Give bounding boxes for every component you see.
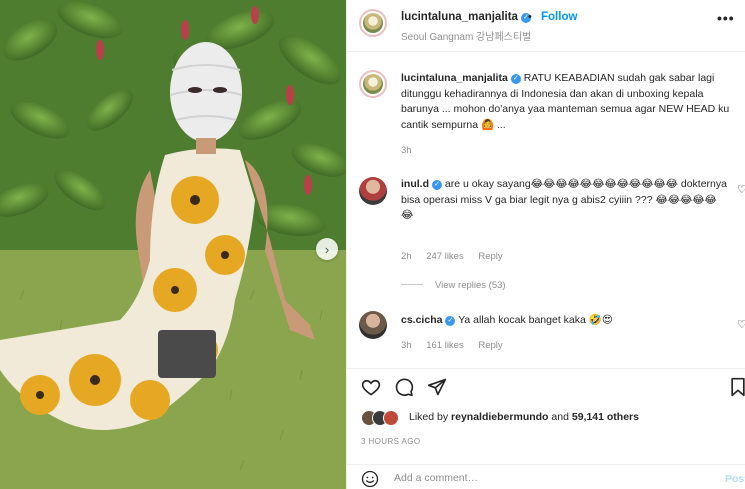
comment-username[interactable]: inul.d [401, 178, 429, 190]
comment-body: cs.cicha ✓ Ya allah kocak banget kaka 🤣😍 [401, 313, 731, 329]
likes-prefix: Liked by [409, 411, 449, 423]
comment-avatar[interactable] [359, 177, 387, 205]
post-header: lucintaluna_manjalita ✓ • Follow Seoul Ga… [347, 0, 745, 52]
comment-meta: 2h 247 likes Reply [401, 251, 515, 262]
comment-body: inul.d ✓ are u okay sayang😂😂😂😂😂😂😂😂😂😂😂😂 do… [401, 177, 731, 224]
post-photo[interactable]: › [0, 0, 346, 489]
replies-divider [401, 284, 423, 285]
author-username[interactable]: lucintaluna_manjalita ✓ [401, 11, 531, 23]
post-image [0, 0, 346, 489]
follow-button[interactable]: Follow [541, 11, 577, 23]
smiley-icon[interactable] [361, 470, 379, 488]
liked-by-username[interactable]: reynaldiebermundo [451, 411, 548, 423]
caption: lucintaluna_manjalita ✓ RATU KEABADIAN su… [401, 71, 731, 133]
likes-and: and [551, 411, 569, 423]
comment-likes[interactable]: 247 likes [426, 251, 464, 262]
author-avatar[interactable] [359, 9, 387, 37]
view-replies-label[interactable]: View replies (53) [435, 280, 506, 291]
liked-by-avatars[interactable] [361, 410, 407, 426]
comment-like-heart-icon[interactable]: ♡ [737, 318, 745, 331]
add-comment-bar: Post [347, 464, 745, 489]
reply-button[interactable]: Reply [478, 340, 502, 351]
author-username-text[interactable]: lucintaluna_manjalita [401, 11, 518, 23]
likes-count[interactable]: 59,141 others [572, 411, 639, 423]
post-actions: Liked by reynaldiebermundo and 59,141 ot… [347, 368, 745, 464]
separator-dot: • [528, 11, 532, 23]
bookmark-icon[interactable] [729, 377, 745, 397]
comment-text: Ya allah kocak banget kaka 🤣😍 [458, 314, 613, 326]
caption-time: 3h [401, 145, 412, 156]
comment-avatar[interactable] [359, 311, 387, 339]
verified-badge-icon: ✓ [445, 316, 456, 326]
caption-meta: 3h [401, 145, 424, 156]
post-sidebar: lucintaluna_manjalita ✓ • Follow Seoul Ga… [346, 0, 745, 489]
comment-likes[interactable]: 161 likes [426, 340, 464, 351]
likes-summary: Liked by reynaldiebermundo and 59,141 ot… [409, 411, 639, 423]
view-replies-button[interactable]: View replies (53) [401, 280, 506, 291]
heart-icon[interactable] [361, 377, 381, 397]
more-options-icon[interactable]: ••• [717, 10, 735, 26]
verified-badge-icon: ✓ [510, 74, 521, 84]
comment-meta: 3h 161 likes Reply [401, 340, 515, 351]
comment-icon[interactable] [394, 377, 414, 397]
verified-badge-icon: ✓ [432, 180, 442, 190]
comment-time: 3h [401, 340, 412, 351]
post-comment-button[interactable]: Post [725, 473, 745, 485]
comment-username[interactable]: cs.cicha [401, 314, 442, 326]
paper-plane-icon[interactable] [427, 377, 447, 397]
next-photo-button[interactable]: › [316, 238, 338, 260]
chevron-right-icon: › [324, 241, 330, 257]
comment-time: 2h [401, 251, 412, 262]
comment-input[interactable] [394, 472, 694, 484]
caption-avatar[interactable] [359, 70, 387, 98]
post-timestamp[interactable]: 3 HOURS AGO [361, 437, 421, 446]
reply-button[interactable]: Reply [478, 251, 502, 262]
caption-username[interactable]: lucintaluna_manjalita [401, 72, 508, 84]
post-location[interactable]: Seoul Gangnam 강남페스티벌 [401, 28, 531, 43]
comment-like-heart-icon[interactable]: ♡ [737, 183, 745, 196]
comment-text: are u okay sayang😂😂😂😂😂😂😂😂😂😂😂😂 dokternya … [401, 178, 727, 221]
